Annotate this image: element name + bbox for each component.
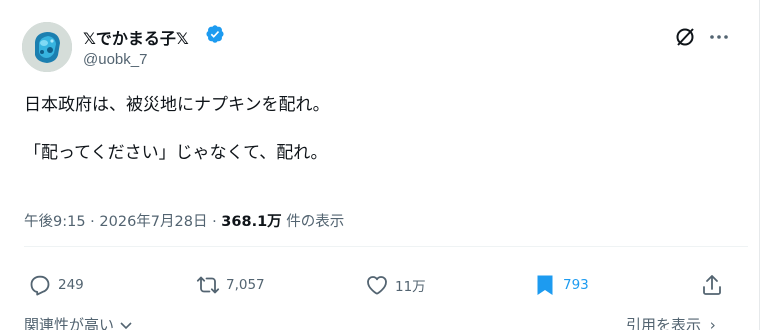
like-button[interactable]: 11万 (365, 272, 426, 298)
reply-button[interactable]: 249 (28, 272, 84, 298)
display-name[interactable]: 𝕏でかまる子𝕏 (83, 25, 189, 49)
repost-count: 7,057 (226, 277, 265, 293)
tweet-date[interactable]: 2026年7月28日 (99, 214, 207, 230)
bookmark-count: 793 (563, 277, 589, 293)
bookmark-button[interactable]: 793 (533, 272, 589, 298)
view-quotes-link[interactable]: 引用を表示 › (626, 314, 716, 330)
reply-icon (30, 275, 50, 296)
more-icon[interactable] (706, 24, 732, 50)
avatar[interactable] (22, 22, 72, 72)
views-count: 368.1万 (221, 214, 282, 230)
grok-icon[interactable] (672, 24, 698, 50)
bookmark-icon (537, 275, 553, 295)
views-label: 件の表示 (286, 214, 345, 230)
quote-label: 引用を表示 (626, 316, 702, 330)
column-border (759, 0, 760, 330)
user-handle[interactable]: @uobk_7 (83, 51, 147, 68)
tweet-time[interactable]: 午後9:15 (24, 214, 86, 230)
meta-separator: · (90, 214, 100, 230)
verified-badge-icon[interactable] (205, 24, 225, 44)
tweet-detail: 𝕏でかまる子𝕏 @uobk_7 日本政府は、被災地にナプキンを配れ。 「配ってく… (0, 0, 766, 330)
repost-icon (196, 276, 220, 294)
share-button[interactable] (700, 272, 724, 298)
repost-button[interactable]: 7,057 (196, 272, 265, 298)
chevron-down-icon (120, 321, 132, 329)
reply-sort-dropdown[interactable]: 関連性が高い (24, 314, 133, 330)
like-count: 11万 (395, 279, 426, 295)
tweet-text: 日本政府は、被災地にナプキンを配れ。 「配ってください」じゃなくて、配れ。 (24, 95, 330, 163)
avatar-image (22, 22, 72, 72)
share-icon (703, 275, 721, 295)
reply-count: 249 (58, 277, 84, 293)
divider (24, 246, 748, 247)
chevron-right-icon: › (709, 316, 716, 330)
meta-separator: · (212, 214, 222, 230)
like-icon (367, 276, 387, 295)
sort-label: 関連性が高い (24, 316, 115, 330)
tweet-meta: 午後9:15 · 2026年7月28日 · 368.1万 件の表示 (24, 210, 344, 231)
